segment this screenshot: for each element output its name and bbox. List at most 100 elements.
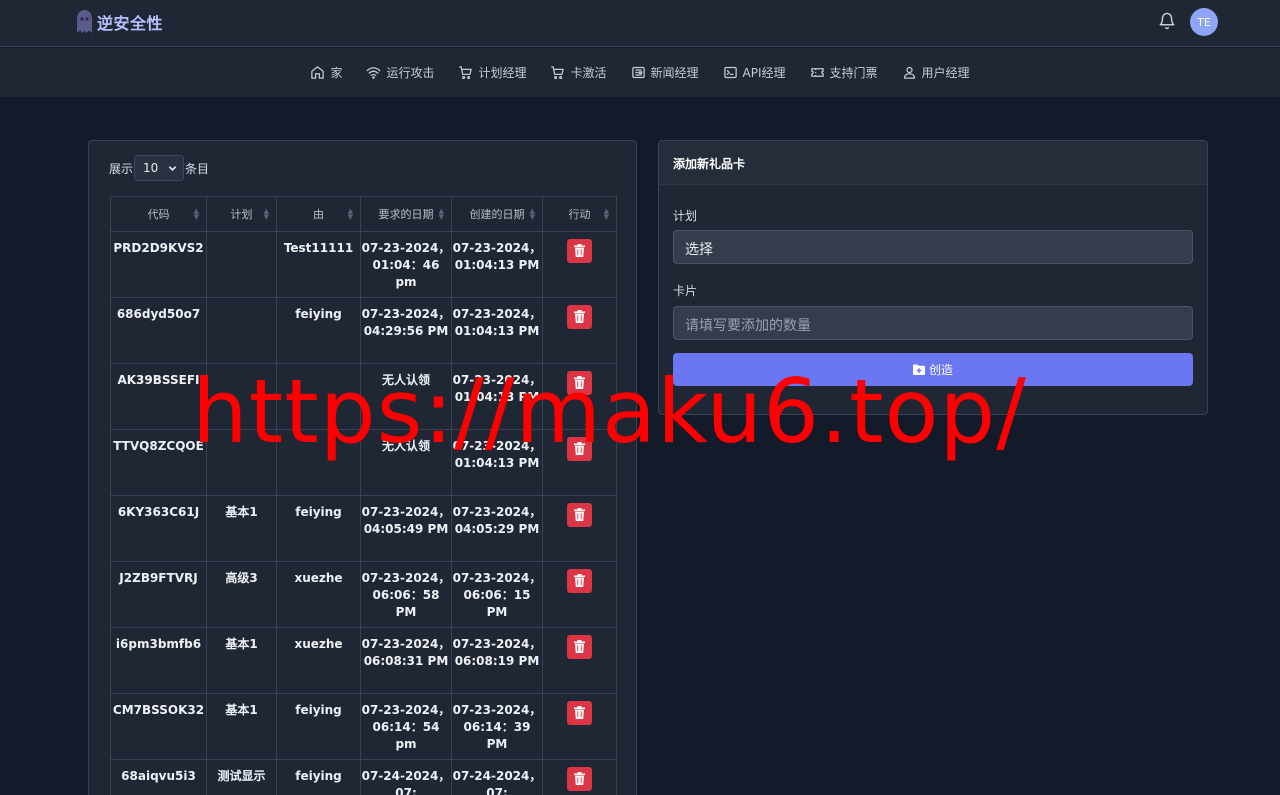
delete-button[interactable] [567,239,592,263]
nav-item-user-manager[interactable]: 用户经理 [890,64,982,81]
cell-created-date: 07-23-2024，06:08:19 PM [451,627,543,694]
cell-requested-date: 无人认领 [360,429,452,496]
cart-icon [551,66,565,80]
card-quantity-input[interactable]: 请填写要添加的数量 [673,306,1193,340]
cell-action [542,693,617,760]
sort-icon: ▲ ▼ [438,207,444,221]
delete-button[interactable] [567,701,592,725]
trash-icon [574,376,585,389]
newspaper-icon [631,66,645,79]
cell-plan [206,231,277,298]
main-nav: 家 运行攻击 计划经理 卡激活 新闻经理 API经理 支持门票 用户经理 [0,48,1280,97]
plan-label: 计划 [673,209,698,223]
cell-action [542,363,617,430]
column-header-requested-date[interactable]: 要求的日期 ▲ ▼ [360,196,452,232]
cell-created-date: 07-23-2024，01:04:13 PM [451,363,543,430]
cell-by [276,363,361,430]
table-row: 686dyd50o7 feiying 07-23-2024，04:29:56 PM 0… [110,297,617,364]
delete-button[interactable] [567,767,592,791]
page-size-select[interactable]: 10 [134,155,185,181]
delete-button[interactable] [567,503,592,527]
nav-item-label: 计划经理 [478,66,527,80]
gift-card-table: 代码 ▲ ▼ 计划 ▲ ▼ 由 ▲ ▼ 要求的日期 ▲ ▼ 创建的日期 ▲ ▼ 行动 ▲ ▼ PRD2D… [110,196,617,795]
page-size-value: 10 [143,161,159,175]
cell-plan: 基本1 [206,627,277,694]
cell-requested-date: 07-23-2024，01:04：46 pm [360,231,452,298]
nav-item-news-manager[interactable]: 新闻经理 [619,64,711,81]
cell-action [542,759,617,795]
show-label: 展示 [109,161,134,176]
users-icon [903,66,915,79]
sort-asc-icon: ▲ ▼ [193,207,199,221]
nav-item-label: 支持门票 [829,66,878,80]
table-row: 68aiqvu5i3 测试显示 feiying 07-24-2024，07: 07-24… [110,759,617,795]
cell-by [276,429,361,496]
delete-button[interactable] [567,635,592,659]
cell-code: 6KY363C61J [110,495,207,562]
create-button[interactable]: 创造 [673,353,1193,386]
column-header-code[interactable]: 代码 ▲ ▼ [110,196,207,232]
cell-action [542,297,617,364]
nav-item-support-tickets[interactable]: 支持门票 [798,64,890,81]
column-header-by[interactable]: 由 ▲ ▼ [276,196,361,232]
cell-plan [206,429,277,496]
delete-button[interactable] [567,305,592,329]
table-body: PRD2D9KVS2 Test11111 07-23-2024，01:04：46 p… [110,231,617,795]
cart-icon [459,66,473,80]
cell-code: PRD2D9KVS2 [110,231,207,298]
brand-name: 逆安全性 [97,14,164,33]
sort-icon: ▲ ▼ [263,207,269,221]
cell-requested-date: 07-23-2024，04:05:49 PM [360,495,452,562]
nav-item-label: 新闻经理 [650,66,699,80]
delete-button[interactable] [567,437,592,461]
cell-plan [206,363,277,430]
table-row: 6KY363C61J 基本1 feiying 07-23-2024，04:05:49 … [110,495,617,562]
plan-select[interactable]: 选择 [673,230,1193,264]
nav-item-label: 运行攻击 [386,66,435,80]
cell-action [542,495,617,562]
cell-plan: 基本1 [206,693,277,760]
cell-by: xuezhe [276,627,361,694]
user-avatar[interactable]: TE [1190,8,1218,36]
cell-action [542,231,617,298]
cell-requested-date: 07-23-2024，04:29:56 PM [360,297,452,364]
cell-by: Test11111 [276,231,361,298]
cell-code: i6pm3bmfb6 [110,627,207,694]
column-header-plan[interactable]: 计划 ▲ ▼ [206,196,277,232]
cell-code: TTVQ8ZCQOE [110,429,207,496]
nav-item-card-activation[interactable]: 卡激活 [538,64,618,81]
panel-title: 添加新礼品卡 [659,141,1207,185]
brand[interactable]: 逆安全性 [76,9,163,35]
column-header-action[interactable]: 行动 ▲ ▼ [542,196,617,232]
delete-button[interactable] [567,569,592,593]
delete-button[interactable] [567,371,592,395]
wifi-icon [367,67,381,79]
nav-item-label: API经理 [742,66,786,80]
trash-icon [574,310,585,323]
nav-item-run-attack[interactable]: 运行攻击 [354,64,446,81]
nav-item-plan-manager[interactable]: 计划经理 [446,64,538,81]
cell-created-date: 07-23-2024，01:04:13 PM [451,231,543,298]
table-row: TTVQ8ZCQOE 无人认领 07-23-2024，01:04:13 PM [110,429,617,496]
cell-plan: 测试显示 [206,759,277,795]
cell-created-date: 07-23-2024，06:14：39 PM [451,693,543,760]
nav-item-api-manager[interactable]: API经理 [711,64,798,81]
gift-card-list-panel: 展示 10 条目 代码 ▲ ▼ 计划 ▲ ▼ 由 ▲ ▼ 要求的日期 ▲ ▼ 创建的日期 ▲ ▼ 行… [88,140,637,795]
cell-plan: 基本1 [206,495,277,562]
nav-item-home[interactable]: 家 [298,64,354,81]
column-header-created-date[interactable]: 创建的日期 ▲ ▼ [451,196,543,232]
page-size-control: 展示 10 条目 [109,155,209,181]
cell-plan: 高级3 [206,561,277,628]
sort-icon: ▲ ▼ [347,207,353,221]
cell-code: 68aiqvu5i3 [110,759,207,795]
table-row: J2ZB9FTVRJ 高级3 xuezhe 07-23-2024，06:06：58 P… [110,561,617,628]
cell-action [542,429,617,496]
bell-icon[interactable] [1158,12,1176,30]
cell-created-date: 07-23-2024，06:06：15 PM [451,561,543,628]
cell-by: feiying [276,297,361,364]
terminal-icon [723,66,737,79]
cell-by: feiying [276,759,361,795]
add-gift-card-panel: 添加新礼品卡 计划 选择 卡片 请填写要添加的数量 创造 [658,140,1208,415]
cell-created-date: 07-24-2024，07: [451,759,543,795]
nav-item-label: 卡激活 [570,66,607,80]
